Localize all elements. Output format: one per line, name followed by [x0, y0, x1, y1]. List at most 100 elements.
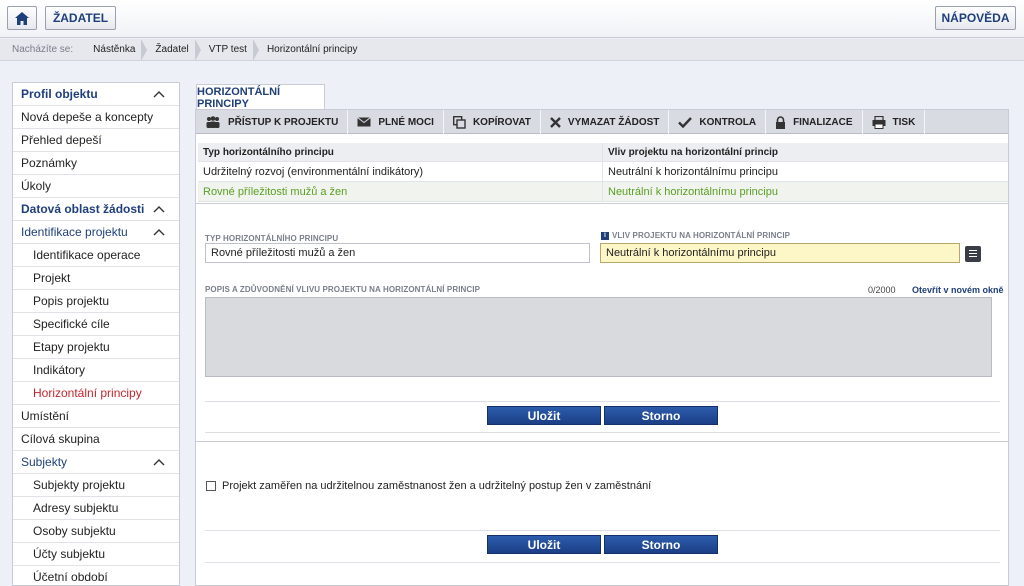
sidebar-item-profil-objektu[interactable]: Profil objektu: [13, 83, 179, 106]
print-button-label: TISK: [892, 116, 916, 128]
table-header: Typ horizontálního principu Vliv projekt…: [198, 143, 1008, 162]
sidebar-item-projekt[interactable]: Projekt: [13, 267, 179, 290]
sidebar-item-subjekty-projektu[interactable]: Subjekty projektu: [13, 474, 179, 497]
influence-field[interactable]: Neutrální k horizontálnímu principu: [600, 243, 960, 263]
sidebar-item-popis-projektu[interactable]: Popis projektu: [13, 290, 179, 313]
help-button[interactable]: NÁPOVĚDA: [935, 6, 1016, 30]
chevron-up-icon: [153, 459, 165, 466]
access-button[interactable]: PŘÍSTUP K PROJEKTU: [196, 110, 349, 134]
description-label: POPIS A ZDŮVODNĚNÍ VLIVU PROJEKTU NA HOR…: [205, 285, 481, 294]
printer-icon: [872, 115, 886, 129]
sidebar-item-identifikace-projektu[interactable]: Identifikace projektu: [13, 221, 179, 244]
sidebar-item-label: Horizontální principy: [33, 386, 142, 400]
sidebar-item-specificke-cile[interactable]: Specifické cíle: [13, 313, 179, 336]
sidebar-item-label: Přehled depeší: [21, 133, 102, 147]
sidebar-item-ucetni-obdobi[interactable]: Účetní období: [13, 566, 179, 585]
sidebar-item-label: Identifikace projektu: [21, 225, 128, 239]
delete-application-button[interactable]: VYMAZAT ŽÁDOST: [541, 110, 670, 134]
women-employment-checkbox-row[interactable]: Projekt zaměřen na udržitelnou zaměstnan…: [206, 480, 651, 492]
save-button[interactable]: Uložit: [487, 406, 601, 425]
home-icon: [15, 11, 29, 25]
main-panel: PŘÍSTUP K PROJEKTU PLNÉ MOCI KOPÍROVAT V…: [195, 109, 1009, 586]
sidebar: Profil objektu Nová depeše a koncepty Př…: [12, 82, 180, 586]
print-button[interactable]: TISK: [863, 110, 926, 134]
copy-icon: [452, 115, 466, 129]
open-in-new-window-link[interactable]: Otevřít v novém okně: [912, 285, 1004, 295]
sidebar-item-subjekty[interactable]: Subjekty: [13, 451, 179, 474]
table-row-selected[interactable]: Rovné příležitosti mužů a žen Neutrální …: [198, 182, 1008, 202]
sidebar-item-label: Datová oblast žádosti: [21, 202, 145, 216]
breadcrumb-item-nastenka[interactable]: Nástěnka: [85, 38, 148, 61]
sidebar-item-datova-oblast[interactable]: Datová oblast žádosti: [13, 198, 179, 221]
top-bar: ŽADATEL NÁPOVĚDA: [0, 0, 1024, 38]
divider: [205, 530, 1000, 531]
sidebar-item-identifikace-operace[interactable]: Identifikace operace: [13, 244, 179, 267]
finalize-button-label: FINALIZACE: [793, 116, 853, 128]
divider: [205, 432, 1000, 433]
sidebar-item-label: Cílová skupina: [21, 432, 100, 446]
people-icon: [206, 116, 220, 128]
breadcrumb-item-vtp-test[interactable]: VTP test: [201, 38, 260, 61]
section-divider: [196, 441, 1008, 442]
sidebar-item-ukoly[interactable]: Úkoly: [13, 175, 179, 198]
breadcrumb-item-zadatel[interactable]: Žadatel: [147, 38, 202, 61]
finalize-button[interactable]: FINALIZACE: [766, 110, 863, 134]
home-button[interactable]: [7, 6, 37, 30]
access-button-label: PŘÍSTUP K PROJEKTU: [228, 116, 339, 128]
power-of-attorney-label: PLNÉ MOCI: [378, 116, 434, 128]
sidebar-item-label: Subjekty: [21, 455, 68, 469]
table-cell: Rovné příležitosti mužů a žen: [198, 182, 603, 201]
chevron-up-icon: [153, 91, 165, 98]
sidebar-item-cilova-skupina[interactable]: Cílová skupina: [13, 428, 179, 451]
sidebar-item-label: Subjekty projektu: [33, 478, 126, 492]
sidebar-item-umisteni[interactable]: Umístění: [13, 405, 179, 428]
column-header-type[interactable]: Typ horizontálního principu: [198, 143, 603, 161]
sidebar-item-label: Umístění: [21, 409, 70, 423]
description-textarea[interactable]: [205, 297, 992, 377]
check-button-label: KONTROLA: [699, 116, 757, 128]
checkbox-label: Projekt zaměřen na udržitelnou zaměstnan…: [222, 480, 652, 492]
sidebar-item-adresy-subjektu[interactable]: Adresy subjektu: [13, 497, 179, 520]
sidebar-item-osoby-subjektu[interactable]: Osoby subjektu: [13, 520, 179, 543]
envelope-icon: [357, 117, 372, 127]
column-header-influence[interactable]: Vliv projektu na horizontální princip: [603, 143, 1008, 161]
check-button[interactable]: KONTROLA: [669, 110, 767, 134]
women-employment-checkbox[interactable]: [206, 481, 216, 491]
principles-table: Typ horizontálního principu Vliv projekt…: [198, 143, 1008, 202]
table-cell: Neutrální k horizontálnímu principu: [608, 165, 778, 178]
list-icon[interactable]: [965, 246, 981, 262]
sidebar-item-label: Adresy subjektu: [33, 501, 119, 515]
breadcrumb-lead: Nacházíte se:: [12, 44, 74, 55]
sidebar-item-label: Úkoly: [21, 179, 52, 193]
table-cell: Udržitelný rozvoj (environmentální indik…: [198, 162, 603, 181]
divider: [205, 562, 1000, 563]
sidebar-item-label: Popis projektu: [33, 294, 110, 308]
sidebar-item-nova-depese[interactable]: Nová depeše a koncepty: [13, 106, 179, 129]
delete-application-label: VYMAZAT ŽÁDOST: [567, 116, 660, 128]
tab-horizontalni-principy[interactable]: HORIZONTÁLNÍ PRINCIPY: [196, 84, 325, 110]
sidebar-item-label: Etapy projektu: [33, 340, 110, 354]
copy-button[interactable]: KOPÍROVAT: [444, 110, 541, 134]
sidebar-item-label: Účetní období: [33, 570, 108, 584]
sidebar-item-label: Specifické cíle: [33, 317, 110, 331]
sidebar-item-etapy-projektu[interactable]: Etapy projektu: [13, 336, 179, 359]
sidebar-item-label: Osoby subjektu: [33, 524, 116, 538]
chevron-up-icon: [153, 229, 165, 236]
sidebar-item-label: Profil objektu: [21, 87, 98, 101]
type-field[interactable]: Rovné příležitosti mužů a žen: [205, 243, 590, 263]
sidebar-item-ucty-subjektu[interactable]: Účty subjektu: [13, 543, 179, 566]
cancel-button-secondary[interactable]: Storno: [604, 535, 718, 554]
copy-button-label: KOPÍROVAT: [472, 116, 531, 128]
cancel-button[interactable]: Storno: [604, 406, 718, 425]
sidebar-item-horizontalni-principy[interactable]: Horizontální principy: [13, 382, 179, 405]
sidebar-item-indikatory[interactable]: Indikátory: [13, 359, 179, 382]
sidebar-item-prehled-depesi[interactable]: Přehled depeší: [13, 129, 179, 152]
power-of-attorney-button[interactable]: PLNÉ MOCI: [348, 110, 444, 134]
sidebar-item-poznamky[interactable]: Poznámky: [13, 152, 179, 175]
save-button-secondary[interactable]: Uložit: [487, 535, 601, 554]
table-row[interactable]: Udržitelný rozvoj (environmentální indik…: [198, 162, 1008, 182]
zadatel-button[interactable]: ŽADATEL: [45, 6, 116, 30]
lock-icon: [776, 115, 786, 129]
chevron-up-icon: [153, 206, 165, 213]
type-field-label: TYP HORIZONTÁLNÍHO PRINCIPU: [205, 234, 339, 243]
